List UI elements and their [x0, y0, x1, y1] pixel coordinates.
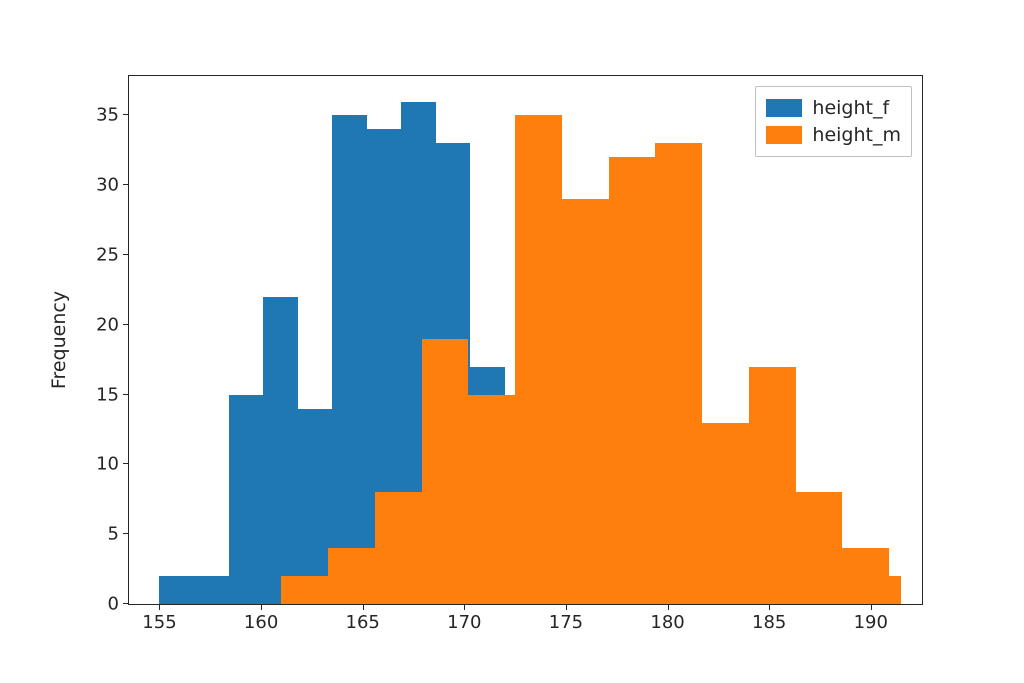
- legend-entry-height-m: height_m: [766, 122, 901, 149]
- legend-label-height-f: height_f: [812, 95, 889, 122]
- xtick-label: 175: [549, 604, 583, 633]
- axes: Frequency height_f height_m 155160165170…: [128, 75, 923, 605]
- ytick-label: 30: [96, 175, 129, 196]
- bar-height_m: [889, 576, 901, 604]
- bar-height_m: [749, 367, 796, 604]
- bar-height_m: [422, 339, 469, 604]
- bar-height_f: [332, 115, 367, 604]
- ytick-label: 25: [96, 245, 129, 266]
- ytick-label: 0: [108, 594, 129, 615]
- bar-height_m: [468, 395, 515, 604]
- xtick-label: 180: [650, 604, 684, 633]
- bar-height_m: [328, 548, 375, 604]
- xtick-label: 155: [142, 604, 176, 633]
- bar-height_m: [655, 143, 702, 604]
- legend: height_f height_m: [755, 86, 912, 157]
- xtick-label: 165: [346, 604, 380, 633]
- bar-height_m: [515, 115, 562, 604]
- bar-height_m: [842, 548, 889, 604]
- bar-height_m: [796, 492, 843, 604]
- bar-height_f: [263, 297, 298, 604]
- ytick-label: 35: [96, 105, 129, 126]
- y-axis-label: Frequency: [48, 291, 70, 389]
- bar-height_f: [159, 576, 194, 604]
- ytick-label: 5: [108, 524, 129, 545]
- legend-label-height-m: height_m: [812, 122, 901, 149]
- xtick-label: 160: [244, 604, 278, 633]
- bar-height_f: [298, 409, 333, 604]
- ytick-label: 15: [96, 384, 129, 405]
- bar-height_f: [229, 395, 264, 604]
- legend-swatch-height-m: [766, 126, 802, 144]
- legend-entry-height-f: height_f: [766, 95, 901, 122]
- figure: Frequency height_f height_m 155160165170…: [0, 0, 1024, 683]
- xtick-label: 170: [447, 604, 481, 633]
- ytick-label: 20: [96, 314, 129, 335]
- ytick-label: 10: [96, 454, 129, 475]
- legend-swatch-height-f: [766, 99, 802, 117]
- bar-height_f: [194, 576, 229, 604]
- bar-height_m: [609, 157, 656, 604]
- bar-height_m: [702, 423, 749, 604]
- bar-height_m: [562, 199, 609, 604]
- bar-height_m: [281, 576, 328, 604]
- bar-height_m: [375, 492, 422, 604]
- xtick-label: 190: [854, 604, 888, 633]
- xtick-label: 185: [752, 604, 786, 633]
